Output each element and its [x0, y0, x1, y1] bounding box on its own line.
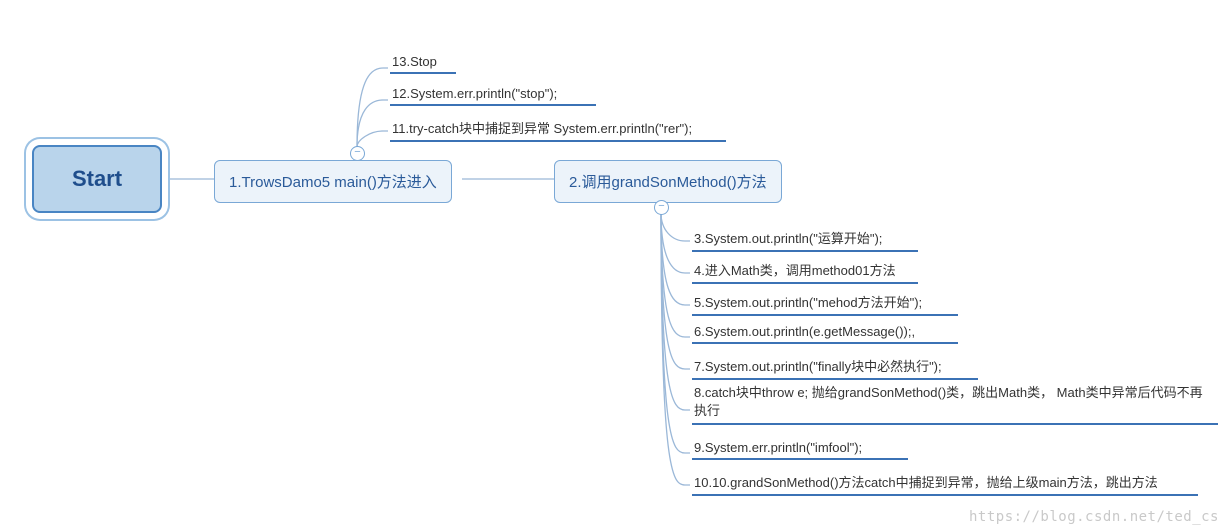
- root-node[interactable]: Start: [32, 145, 162, 213]
- collapse-toggle-lower[interactable]: [654, 200, 669, 215]
- leaf-4-math[interactable]: 4.进入Math类，调用method01方法: [692, 260, 918, 284]
- watermark-text: https://blog.csdn.net/ted_cs: [969, 509, 1219, 525]
- leaf-7-finally[interactable]: 7.System.out.println("finally块中必然执行");: [692, 356, 978, 380]
- leaf-12-println-stop[interactable]: 12.System.err.println("stop");: [390, 86, 596, 106]
- leaf-10-catch[interactable]: 10.10.grandSonMethod()方法catch中捕捉到异常，抛给上级…: [692, 472, 1198, 496]
- root-label: Start: [72, 166, 122, 192]
- leaf-3-start[interactable]: 3.System.out.println("运算开始");: [692, 228, 918, 252]
- leaf-13-stop[interactable]: 13.Stop: [390, 54, 456, 74]
- leaf-9-imfool[interactable]: 9.System.err.println("imfool");: [692, 440, 908, 460]
- connector-lines: [0, 0, 1227, 529]
- node-main-label: 1.TrowsDamo5 main()方法进入: [229, 174, 437, 191]
- node-grandson-method[interactable]: 2.调用grandSonMethod()方法: [554, 160, 782, 203]
- leaf-8-throw[interactable]: 8.catch块中throw e; 抛给grandSonMethod()类，跳出…: [692, 384, 1218, 425]
- leaf-11-trycatch[interactable]: 11.try-catch块中捕捉到异常 System.err.println("…: [390, 118, 726, 142]
- node-main-method[interactable]: 1.TrowsDamo5 main()方法进入: [214, 160, 452, 203]
- collapse-toggle-upper[interactable]: [350, 146, 365, 161]
- leaf-5-method-start[interactable]: 5.System.out.println("mehod方法开始");: [692, 292, 958, 316]
- leaf-6-getmessage[interactable]: 6.System.out.println(e.getMessage());,: [692, 324, 958, 344]
- node-grandson-label: 2.调用grandSonMethod()方法: [569, 174, 767, 191]
